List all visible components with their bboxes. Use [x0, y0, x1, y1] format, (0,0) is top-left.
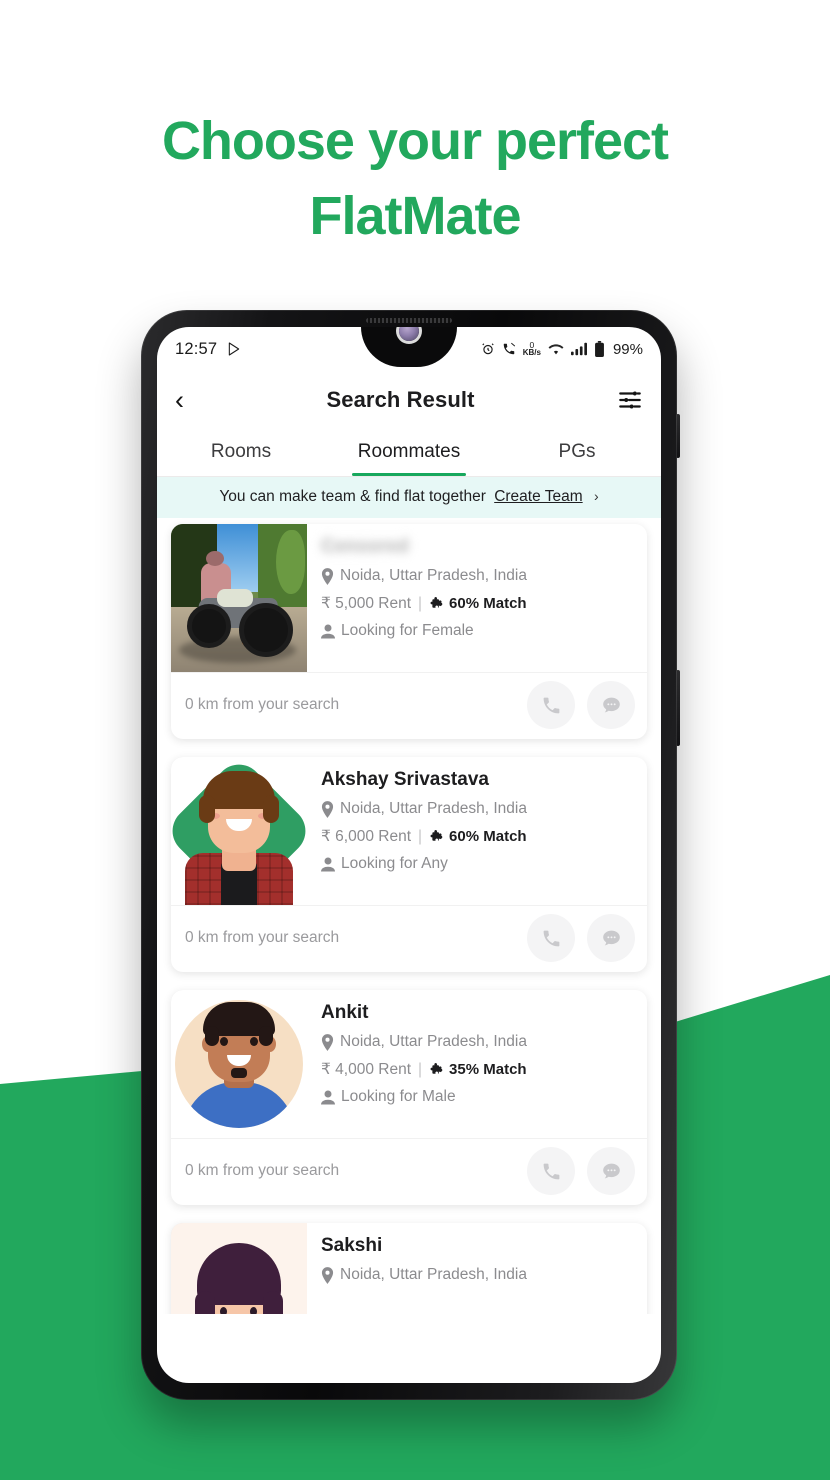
location-text: Noida, Uttar Pradesh, India [340, 1266, 527, 1283]
call-muted-icon [502, 342, 516, 356]
phone-icon[interactable] [527, 1147, 575, 1195]
rent-text: ₹ 4,000 Rent [321, 1061, 412, 1078]
power-button[interactable] [676, 414, 680, 458]
looking-for-text: Looking for Male [341, 1088, 456, 1105]
phone-icon[interactable] [527, 681, 575, 729]
cellular-signal-icon [570, 342, 587, 356]
chat-bubble-icon[interactable] [587, 914, 635, 962]
puzzle-piece-icon [429, 1062, 444, 1077]
status-bar: 12:57 0 KB/s 99% [157, 327, 661, 371]
wifi-icon [548, 342, 564, 356]
rent-text: ₹ 5,000 Rent [321, 595, 412, 612]
looking-for-text: Looking for Any [341, 855, 448, 872]
list-item[interactable]: Sakshi Noida, Uttar Pradesh, India [171, 1223, 647, 1314]
looking-for-row: Looking for Any [321, 855, 637, 873]
chat-bubble-icon[interactable] [587, 681, 635, 729]
roommate-list[interactable]: Censored Noida, Uttar Pradesh, India ₹ 5… [157, 518, 661, 1314]
headline-line-1: Choose your perfect [161, 111, 669, 171]
list-item[interactable]: Akshay Srivastava Noida, Uttar Pradesh, … [171, 757, 647, 972]
location-row: Noida, Uttar Pradesh, India [321, 1033, 637, 1051]
volume-button[interactable] [676, 670, 680, 746]
alarm-icon [481, 342, 495, 356]
looking-for-text: Looking for Female [341, 622, 474, 639]
promo-screenshot: Choose your perfect FlatMate 12:57 0 KB/… [0, 0, 830, 1480]
match-badge: 60% Match [429, 595, 527, 612]
chat-bubble-icon[interactable] [587, 1147, 635, 1195]
separator: | [418, 594, 423, 612]
app-header: ‹ Search Result [157, 371, 661, 429]
roommate-name: Ankit [321, 1002, 369, 1023]
earpiece-speaker [366, 318, 452, 323]
filter-sliders-icon[interactable] [617, 387, 643, 413]
data-speed-unit: KB/s [522, 348, 541, 358]
location-pin-icon [321, 800, 334, 818]
headline-line-2: FlatMate [309, 185, 521, 246]
tab-pgs[interactable]: PGs [493, 429, 661, 476]
match-text: 35% Match [449, 1061, 527, 1078]
location-pin-icon [321, 1266, 334, 1284]
tab-roommates[interactable]: Roommates [325, 429, 493, 476]
list-item[interactable]: Ankit Noida, Uttar Pradesh, India ₹ 4,00… [171, 990, 647, 1205]
match-badge: 35% Match [429, 1061, 527, 1078]
rent-match-row: ₹ 5,000 Rent | 60% Match [321, 594, 637, 613]
looking-for-row: Looking for Female [321, 622, 637, 640]
rent-text: ₹ 6,000 Rent [321, 828, 412, 845]
result-tabs: Rooms Roommates PGs [157, 429, 661, 476]
match-badge: 60% Match [429, 828, 527, 845]
avatar [171, 1223, 307, 1314]
location-pin-icon [321, 567, 334, 585]
puzzle-piece-icon [429, 596, 444, 611]
play-store-icon [226, 341, 242, 357]
roommate-name: Sakshi [321, 1235, 383, 1256]
person-icon [321, 857, 335, 872]
person-icon [321, 1090, 335, 1105]
looking-for-row: Looking for Male [321, 1088, 637, 1106]
roommate-name: Akshay Srivastava [321, 769, 489, 790]
location-pin-icon [321, 1033, 334, 1051]
location-row: Noida, Uttar Pradesh, India [321, 1266, 637, 1284]
tab-rooms[interactable]: Rooms [157, 429, 325, 476]
rent-match-row: ₹ 6,000 Rent | 60% Match [321, 827, 637, 846]
create-team-link[interactable]: Create Team [494, 488, 582, 505]
avatar [171, 524, 307, 672]
data-speed-indicator: 0 KB/s [523, 341, 541, 358]
distance-text: 0 km from your search [185, 929, 340, 946]
puzzle-piece-icon [429, 829, 444, 844]
distance-text: 0 km from your search [185, 1162, 340, 1179]
match-text: 60% Match [449, 828, 527, 845]
separator: | [418, 827, 423, 845]
battery-level: 99% [612, 340, 643, 358]
phone-mockup: 12:57 0 KB/s 99% ‹ Search Result Rooms R… [141, 310, 680, 1400]
separator: | [418, 1060, 423, 1078]
chevron-right-icon[interactable]: › [594, 488, 599, 504]
phone-screen: 12:57 0 KB/s 99% ‹ Search Result Rooms R… [157, 327, 661, 1383]
rent-match-row: ₹ 4,000 Rent | 35% Match [321, 1060, 637, 1079]
list-item[interactable]: Censored Noida, Uttar Pradesh, India ₹ 5… [171, 524, 647, 739]
location-row: Noida, Uttar Pradesh, India [321, 800, 637, 818]
promo-headline: Choose your perfect FlatMate [0, 104, 830, 253]
location-text: Noida, Uttar Pradesh, India [340, 800, 527, 817]
status-time: 12:57 [175, 339, 218, 358]
person-icon [321, 624, 335, 639]
distance-text: 0 km from your search [185, 696, 340, 713]
avatar [171, 990, 307, 1138]
banner-text: You can make team & find flat together [219, 488, 486, 505]
avatar [171, 757, 307, 905]
roommate-name: Censored [321, 536, 409, 557]
battery-icon [594, 341, 605, 357]
create-team-banner: You can make team & find flat together C… [157, 477, 661, 518]
phone-icon[interactable] [527, 914, 575, 962]
location-row: Noida, Uttar Pradesh, India [321, 567, 637, 585]
page-title: Search Result [326, 387, 475, 412]
match-text: 60% Match [449, 595, 527, 612]
location-text: Noida, Uttar Pradesh, India [340, 1033, 527, 1050]
back-chevron-icon[interactable]: ‹ [175, 386, 184, 414]
location-text: Noida, Uttar Pradesh, India [340, 567, 527, 584]
